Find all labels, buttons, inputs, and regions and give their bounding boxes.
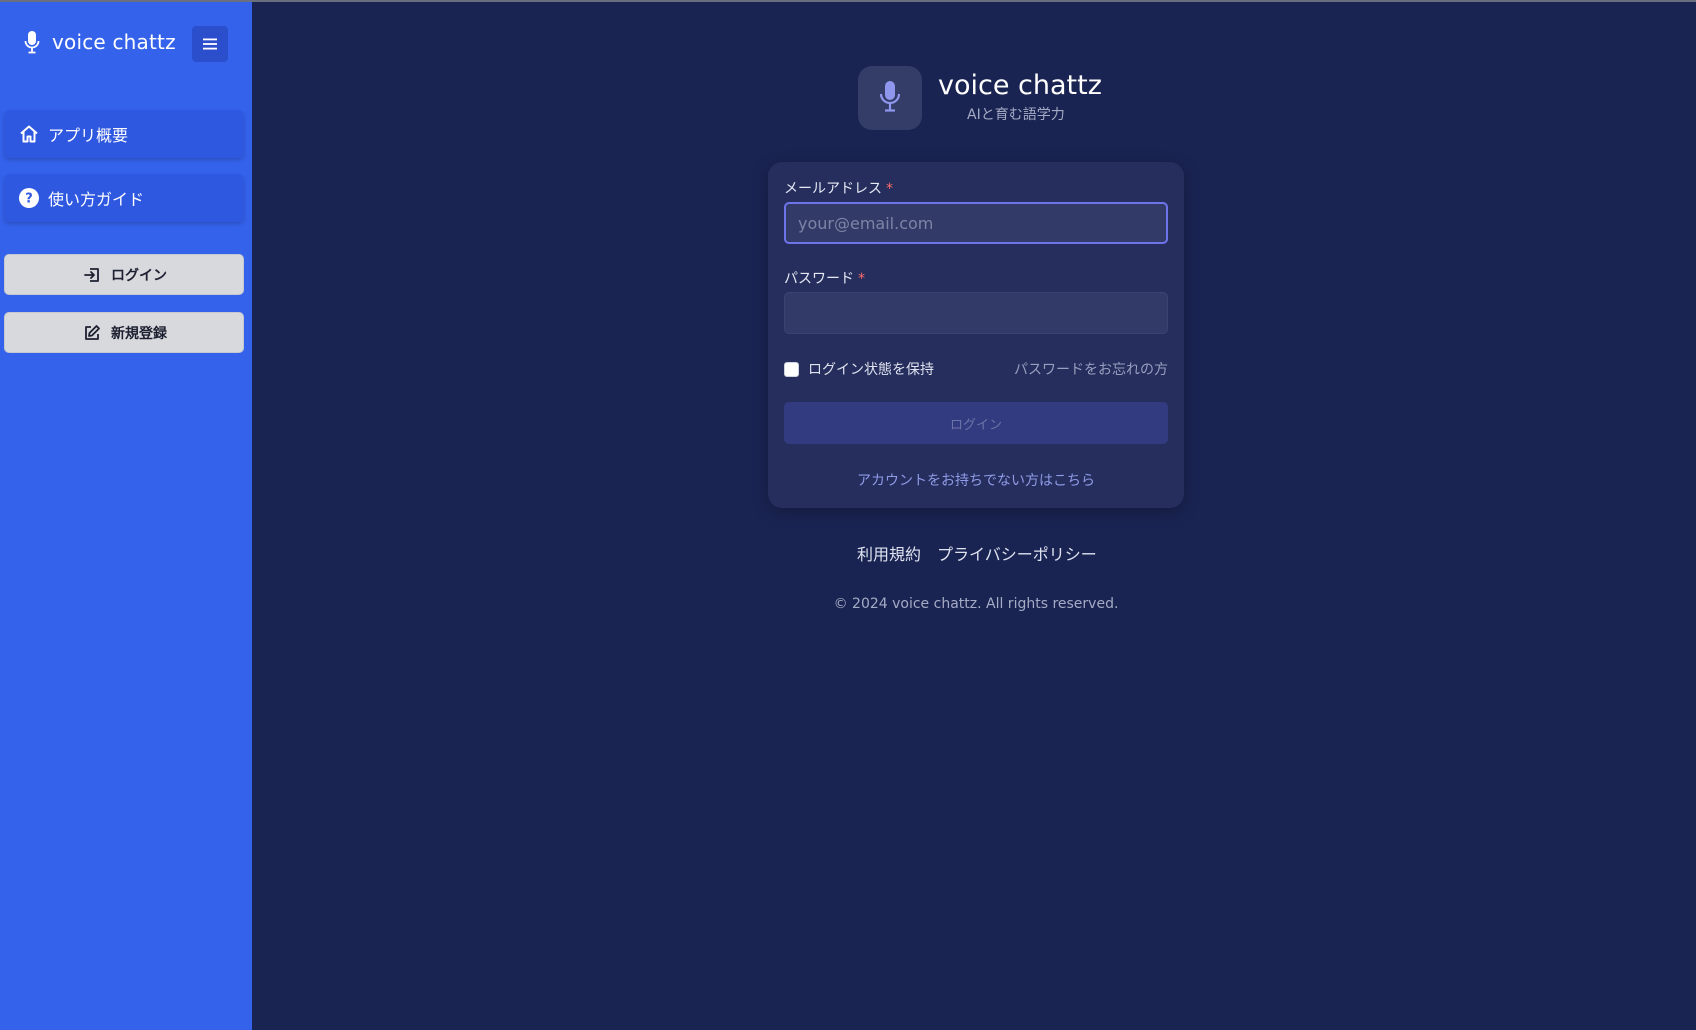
email-label-text: メールアドレス xyxy=(784,181,882,197)
sidebar-item-usage-guide[interactable]: ? 使い方ガイド xyxy=(4,174,244,222)
menu-toggle-button[interactable] xyxy=(192,26,228,62)
sidebar-item-app-overview[interactable]: アプリ概要 xyxy=(4,110,244,158)
remember-me-checkbox[interactable] xyxy=(784,361,799,377)
login-submit-button[interactable]: ログイン xyxy=(784,402,1168,444)
microphone-icon xyxy=(879,80,901,116)
sidebar: voice chattz アプリ概要 ? 使い方ガイド ログイン 新規登録 xyxy=(0,0,252,1030)
sidebar-register-button[interactable]: 新規登録 xyxy=(4,312,244,353)
window-top-border xyxy=(0,0,1696,2)
sidebar-item-label: 使い方ガイド xyxy=(48,190,145,209)
page-subtitle: AIと育む語学力 xyxy=(967,107,1065,123)
password-label-text: パスワード xyxy=(784,271,854,287)
forgot-password-link[interactable]: パスワードをお忘れの方 xyxy=(1014,359,1168,379)
required-mark: * xyxy=(886,181,893,197)
hamburger-icon xyxy=(203,35,217,54)
password-label: パスワード * xyxy=(784,268,865,288)
footer-links: 利用規約 プライバシーポリシー xyxy=(857,541,1097,565)
privacy-policy-link[interactable]: プライバシーポリシー xyxy=(937,541,1097,565)
signup-link[interactable]: アカウントをお持ちでない方はこちら xyxy=(768,470,1184,490)
email-label: メールアドレス * xyxy=(784,178,893,198)
sidebar-item-label: アプリ概要 xyxy=(48,126,129,145)
page-title: voice chattz xyxy=(938,70,1102,101)
remember-me-label: ログイン状態を保持 xyxy=(808,362,934,378)
login-icon xyxy=(81,264,103,286)
brand-name: voice chattz xyxy=(52,30,176,54)
remember-me[interactable]: ログイン状態を保持 xyxy=(784,359,934,379)
login-form: メールアドレス* パスワード* ログイン状態を保持 パスワードをお忘れの方 ログ… xyxy=(768,162,1184,508)
sidebar-register-label: 新規登録 xyxy=(111,325,167,342)
help-circle-icon: ? xyxy=(16,185,42,211)
app-logo xyxy=(858,66,922,130)
home-icon xyxy=(16,121,42,147)
required-mark: * xyxy=(858,271,865,287)
edit-icon xyxy=(81,322,103,344)
svg-text:?: ? xyxy=(25,192,33,207)
terms-link[interactable]: 利用規約 xyxy=(857,541,921,565)
copyright: © 2024 voice chattz. All rights reserved… xyxy=(833,596,1119,612)
email-field[interactable] xyxy=(784,202,1168,244)
sidebar-brand[interactable]: voice chattz xyxy=(22,29,176,55)
sidebar-login-button[interactable]: ログイン xyxy=(4,254,244,295)
microphone-icon xyxy=(22,29,42,55)
sidebar-login-label: ログイン xyxy=(111,267,167,284)
password-field[interactable] xyxy=(784,292,1168,334)
